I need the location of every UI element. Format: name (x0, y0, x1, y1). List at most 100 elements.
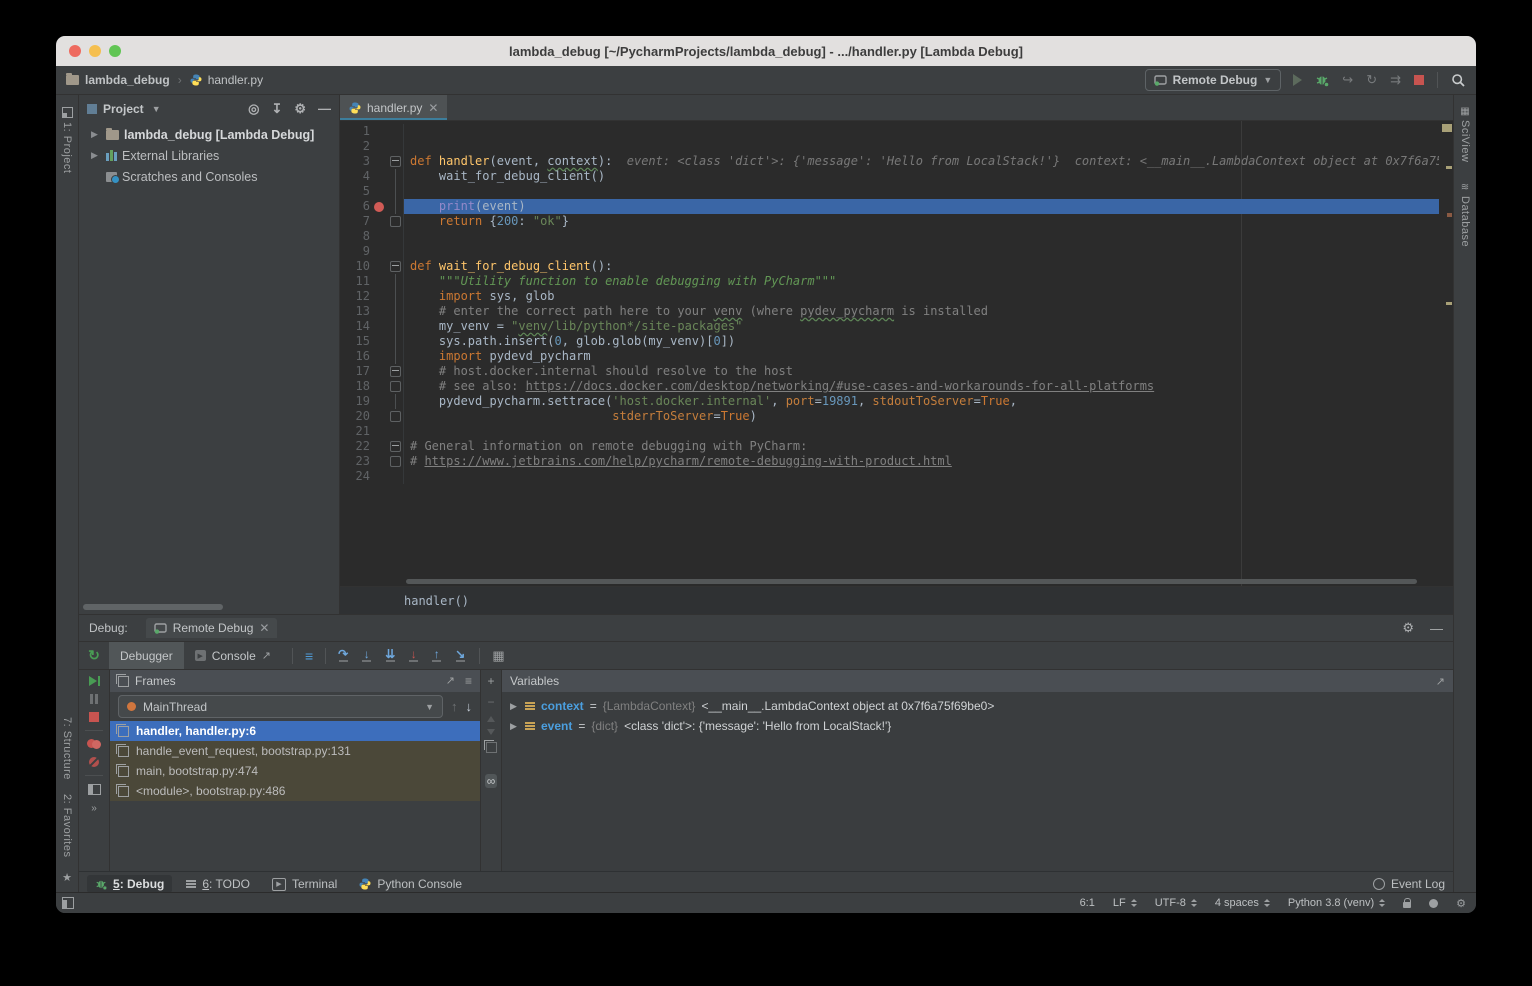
fold-gutter[interactable] (387, 304, 404, 319)
fold-gutter[interactable] (387, 454, 404, 469)
step-out-icon[interactable]: ↑ (432, 649, 441, 662)
stop-icon[interactable] (89, 712, 99, 722)
code-text[interactable]: pydevd_pycharm.settrace('host.docker.int… (404, 394, 1439, 409)
caret-position[interactable]: 6:1 (1080, 897, 1095, 909)
step-over-icon[interactable]: ↷ (338, 649, 348, 662)
update-indicator-icon[interactable]: ⚙ (1456, 897, 1466, 910)
fold-gutter[interactable] (387, 199, 404, 214)
fold-gutter[interactable] (387, 364, 404, 379)
view-breakpoints-icon[interactable] (87, 739, 101, 749)
breakpoint-gutter[interactable] (370, 304, 387, 319)
fold-gutter[interactable] (387, 394, 404, 409)
code-text[interactable] (404, 469, 1439, 484)
expand-arrow-icon[interactable]: ▶ (510, 721, 519, 732)
editor-breadcrumb[interactable]: handler() (340, 586, 1453, 614)
code-text[interactable] (404, 124, 1439, 139)
debug-session-tab[interactable]: Remote Debug ✕ (146, 618, 278, 638)
stripe-mark[interactable] (1446, 166, 1452, 169)
fold-gutter[interactable] (387, 124, 404, 139)
breadcrumb-file[interactable]: handler.py (208, 73, 263, 87)
code-line[interactable]: 22# General information on remote debugg… (340, 439, 1439, 454)
fold-gutter[interactable] (387, 379, 404, 394)
breakpoint-gutter[interactable] (370, 274, 387, 289)
breadcrumb-project[interactable]: lambda_debug (85, 73, 170, 87)
code-line[interactable]: 14 my_venv = "venv/lib/python*/site-pack… (340, 319, 1439, 334)
step-filter-button[interactable]: ⇉ (1390, 72, 1401, 88)
fold-end-icon[interactable] (390, 216, 401, 227)
move-up-icon[interactable] (487, 716, 495, 722)
chevron-down-icon[interactable]: ▼ (152, 104, 161, 114)
code-line[interactable]: 5 (340, 184, 1439, 199)
tool-tab-debug[interactable]: 5: Debug (87, 875, 172, 893)
tool-tab-terminal[interactable]: ▶ Terminal (264, 875, 345, 893)
panel-menu-icon[interactable]: ≡ (465, 674, 472, 688)
pause-program-icon[interactable] (90, 694, 98, 704)
search-everywhere-icon[interactable] (1451, 73, 1466, 88)
fold-gutter[interactable] (387, 184, 404, 199)
fold-gutter[interactable] (387, 214, 404, 229)
stack-frame[interactable]: handler, handler.py:6 (110, 721, 480, 741)
code-line[interactable]: 24 (340, 469, 1439, 484)
breakpoint-gutter[interactable] (370, 184, 387, 199)
panel-settings-gear-icon[interactable]: ⚙ (294, 101, 306, 117)
fold-gutter[interactable] (387, 349, 404, 364)
debug-button[interactable] (1315, 73, 1329, 87)
code-line[interactable]: 20 stderrToServer=True) (340, 409, 1439, 424)
fold-gutter[interactable] (387, 154, 404, 169)
code-line[interactable]: 18 # see also: https://docs.docker.com/d… (340, 379, 1439, 394)
breakpoint-gutter[interactable] (370, 214, 387, 229)
stripe-mark[interactable] (1447, 213, 1452, 217)
code-text[interactable]: def wait_for_debug_client(): (404, 259, 1439, 274)
code-line[interactable]: 23# https://www.jetbrains.com/help/pycha… (340, 454, 1439, 469)
fold-end-icon[interactable] (390, 456, 401, 467)
breakpoint-gutter[interactable] (370, 154, 387, 169)
step-into-icon[interactable]: ↓ (362, 649, 371, 662)
code-text[interactable] (404, 244, 1439, 259)
code-line[interactable]: 6 print(event) (340, 199, 1439, 214)
fold-collapse-icon[interactable] (390, 261, 401, 272)
force-step-into-icon[interactable]: ⇊ (385, 649, 395, 662)
tree-item-scratches[interactable]: Scratches and Consoles (79, 166, 339, 187)
fold-collapse-icon[interactable] (390, 441, 401, 452)
thread-selector[interactable]: MainThread ▼ (118, 695, 443, 718)
tree-item-external-libraries[interactable]: ▶ External Libraries (79, 145, 339, 166)
fold-collapse-icon[interactable] (390, 366, 401, 377)
code-text[interactable] (404, 184, 1439, 199)
restore-layout-icon[interactable] (88, 784, 101, 795)
breakpoint-gutter[interactable] (370, 259, 387, 274)
code-line[interactable]: 13 # enter the correct path here to your… (340, 304, 1439, 319)
fold-gutter[interactable] (387, 469, 404, 484)
code-text[interactable]: wait_for_debug_client() (404, 169, 1439, 184)
breakpoint-gutter[interactable] (370, 469, 387, 484)
console-jump-icon[interactable]: ↗ (262, 649, 271, 662)
code-text[interactable]: my_venv = "venv/lib/python*/site-package… (404, 319, 1439, 334)
code-line[interactable]: 2 (340, 139, 1439, 154)
code-line[interactable]: 15 sys.path.insert(0, glob.glob(my_venv)… (340, 334, 1439, 349)
zoom-window-button[interactable] (109, 45, 121, 57)
move-down-icon[interactable] (487, 729, 495, 735)
code-line[interactable]: 4 wait_for_debug_client() (340, 169, 1439, 184)
duplicate-watch-icon[interactable] (486, 742, 497, 753)
code-editor[interactable]: 123def handler(event, context): event: <… (340, 121, 1439, 586)
code-line[interactable]: 9 (340, 244, 1439, 259)
breakpoint-gutter[interactable] (370, 229, 387, 244)
show-execution-point-icon[interactable]: ≡ (305, 648, 313, 664)
code-text[interactable]: # enter the correct path here to your ve… (404, 304, 1439, 319)
code-line[interactable]: 16 import pydevd_pycharm (340, 349, 1439, 364)
code-text[interactable] (404, 229, 1439, 244)
tab-debugger[interactable]: Debugger (109, 642, 184, 669)
pin-icon[interactable]: ↗ (1436, 675, 1445, 688)
code-line[interactable]: 1 (340, 124, 1439, 139)
debug-settings-gear-icon[interactable]: ⚙ (1402, 620, 1414, 636)
code-line[interactable]: 19 pydevd_pycharm.settrace('host.docker.… (340, 394, 1439, 409)
editor-tab-handler-py[interactable]: handler.py ✕ (340, 95, 447, 120)
breakpoint-gutter[interactable] (370, 139, 387, 154)
tree-item-project-root[interactable]: ▶ lambda_debug [Lambda Debug] (79, 124, 339, 145)
fold-gutter[interactable] (387, 229, 404, 244)
code-text[interactable]: return {200: "ok"} (404, 214, 1439, 229)
collapse-all-icon[interactable]: ↧ (271, 101, 282, 117)
code-text[interactable]: stderrToServer=True) (404, 409, 1439, 424)
step-into-my-code-icon[interactable]: ↓ (409, 649, 418, 662)
breakpoint-gutter[interactable] (370, 169, 387, 184)
code-line[interactable]: 11 """Utility function to enable debuggi… (340, 274, 1439, 289)
